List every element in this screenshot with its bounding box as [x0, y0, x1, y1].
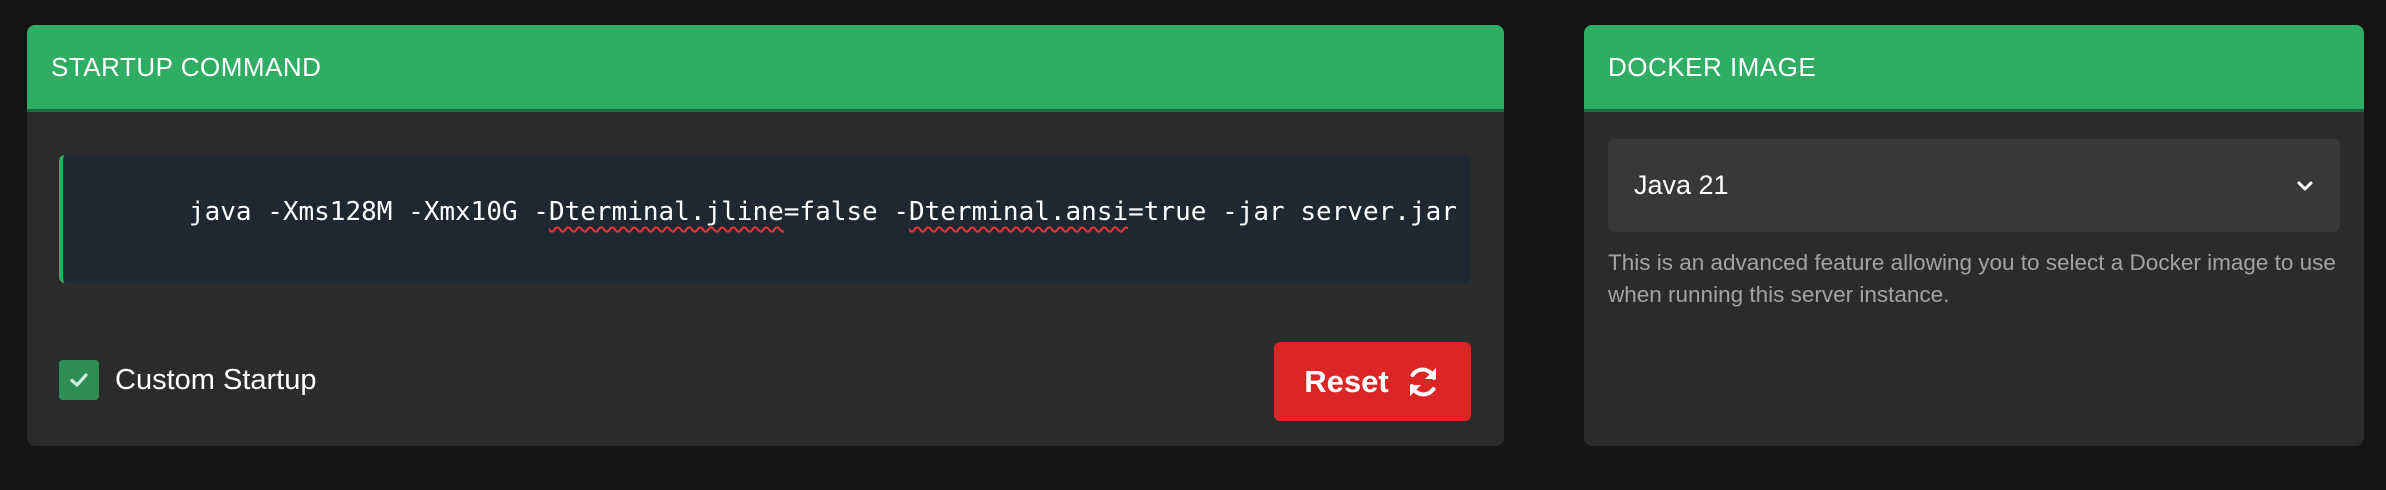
command-segment: Dterminal.jline [548, 197, 784, 227]
docker-image-value: Java 21 [1634, 170, 1729, 200]
startup-command-text: java -Xms128M -Xmx10G -Dterminal.jline=f… [95, 167, 1457, 257]
command-segment: =true -jar server.jar [1128, 197, 1457, 227]
docker-image-card: DOCKER IMAGE Java 21 This is an advanced… [1584, 25, 2364, 446]
chevron-down-icon [2297, 181, 2313, 190]
custom-startup-label[interactable]: Custom Startup [115, 364, 316, 397]
startup-command-card: STARTUP COMMAND java -Xms128M -Xmx10G -D… [27, 25, 1504, 446]
command-segment: Dterminal.ansi [909, 197, 1129, 227]
reset-button-label: Reset [1304, 363, 1389, 399]
startup-command-field[interactable]: java -Xms128M -Xmx10G -Dterminal.jline=f… [59, 155, 1471, 283]
docker-image-title: DOCKER IMAGE [1584, 25, 2364, 112]
custom-startup-checkbox[interactable] [59, 360, 99, 400]
command-segment: java -Xms128M -Xmx10G - [188, 197, 549, 227]
startup-command-title: STARTUP COMMAND [27, 25, 1504, 112]
docker-image-help-text: This is an advanced feature allowing you… [1608, 250, 2336, 307]
command-segment: =false - [783, 197, 909, 227]
check-icon [70, 373, 88, 387]
reset-button[interactable]: Reset [1274, 342, 1471, 421]
refresh-icon [1409, 367, 1436, 396]
custom-startup-row: Custom Startup [59, 360, 316, 400]
docker-image-select[interactable]: Java 21 [1608, 139, 2340, 232]
